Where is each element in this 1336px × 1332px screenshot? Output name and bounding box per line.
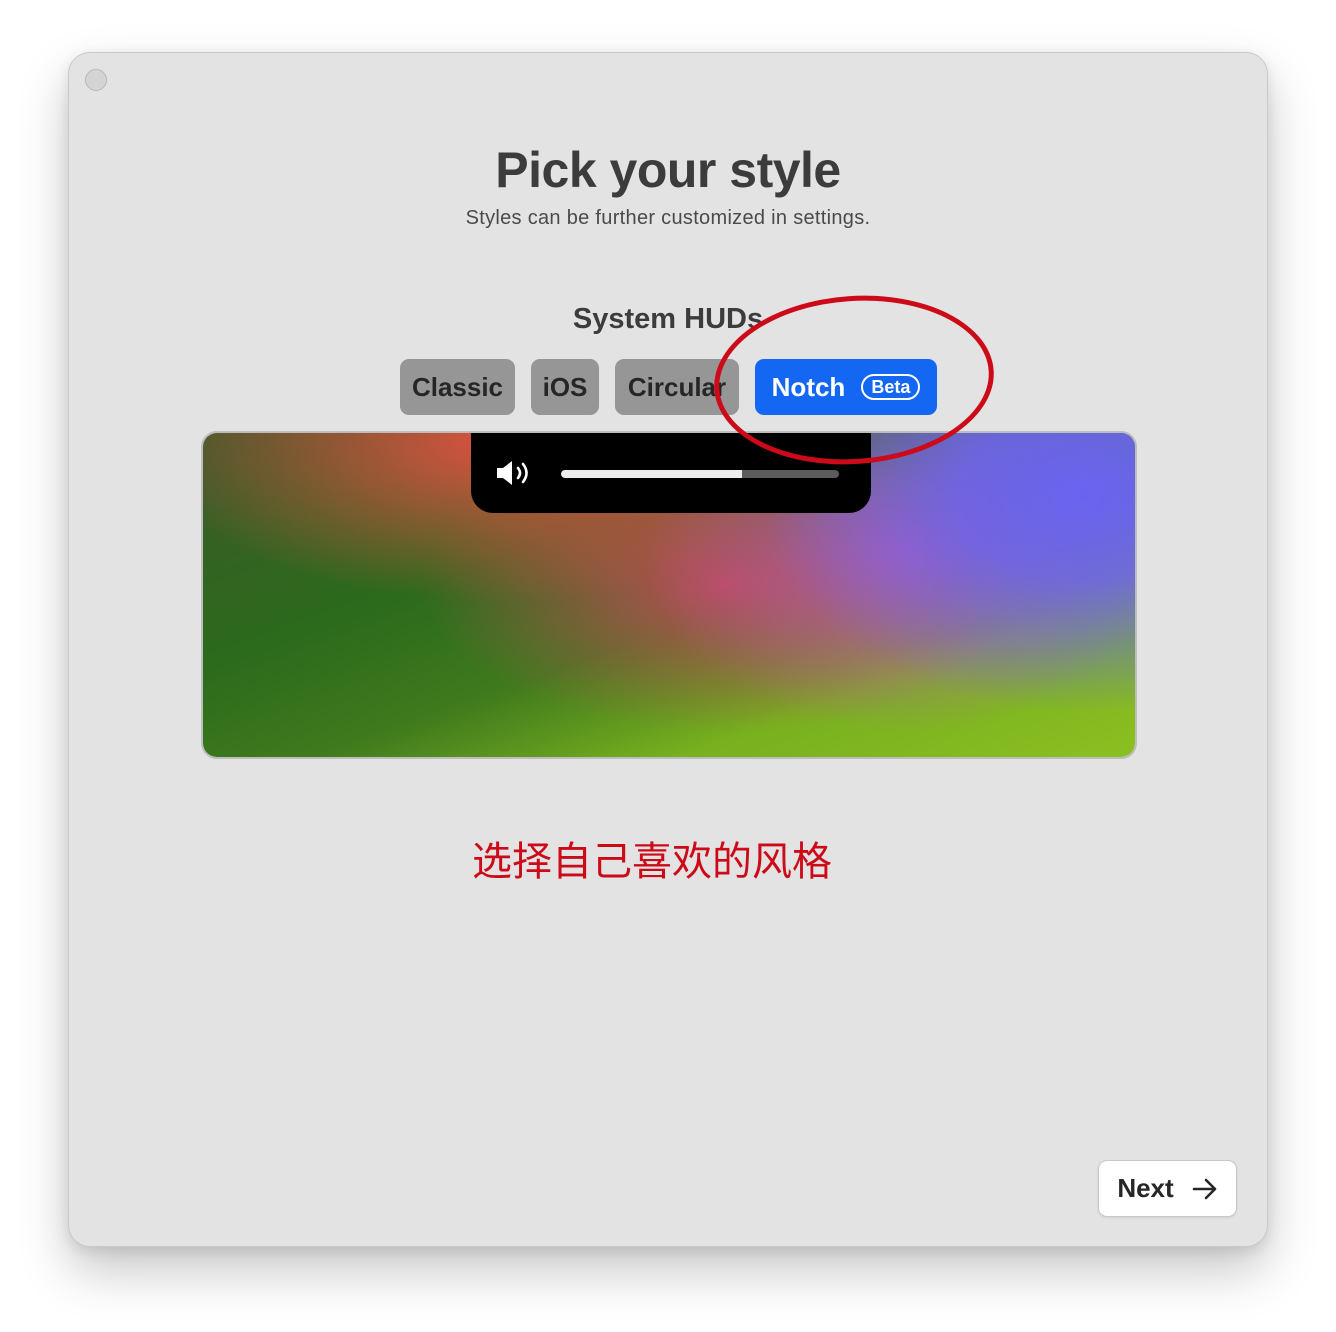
close-window-button[interactable] xyxy=(85,69,107,91)
next-button[interactable]: Next xyxy=(1098,1160,1237,1217)
beta-badge: Beta xyxy=(861,374,921,400)
annotation-text: 选择自己喜欢的风格 xyxy=(472,839,832,885)
volume-slider-fill xyxy=(561,470,742,478)
onboarding-window: Pick your style Styles can be further cu… xyxy=(68,52,1268,1247)
arrow-right-icon xyxy=(1192,1178,1216,1199)
style-option-label: Circular xyxy=(627,371,727,402)
style-option-classic[interactable]: Classic xyxy=(400,359,515,415)
style-option-label: Classic xyxy=(411,371,504,402)
style-option-circular[interactable]: Circular xyxy=(615,359,739,415)
next-button-label: Next xyxy=(1117,1173,1174,1203)
hud-preview xyxy=(201,431,1137,759)
speaker-wave-icon xyxy=(497,461,528,485)
section-heading-system-huds: System HUDs xyxy=(572,303,764,335)
style-option-label: iOS xyxy=(542,371,588,402)
notch-hud xyxy=(471,433,871,513)
page-subtitle: Styles can be further customized in sett… xyxy=(465,207,871,229)
style-option-label: Notch xyxy=(771,371,846,402)
volume-slider xyxy=(561,470,839,478)
style-option-ios[interactable]: iOS xyxy=(531,359,599,415)
style-option-notch[interactable]: Notch Beta xyxy=(755,359,937,415)
page-title: Pick your style xyxy=(495,142,841,198)
